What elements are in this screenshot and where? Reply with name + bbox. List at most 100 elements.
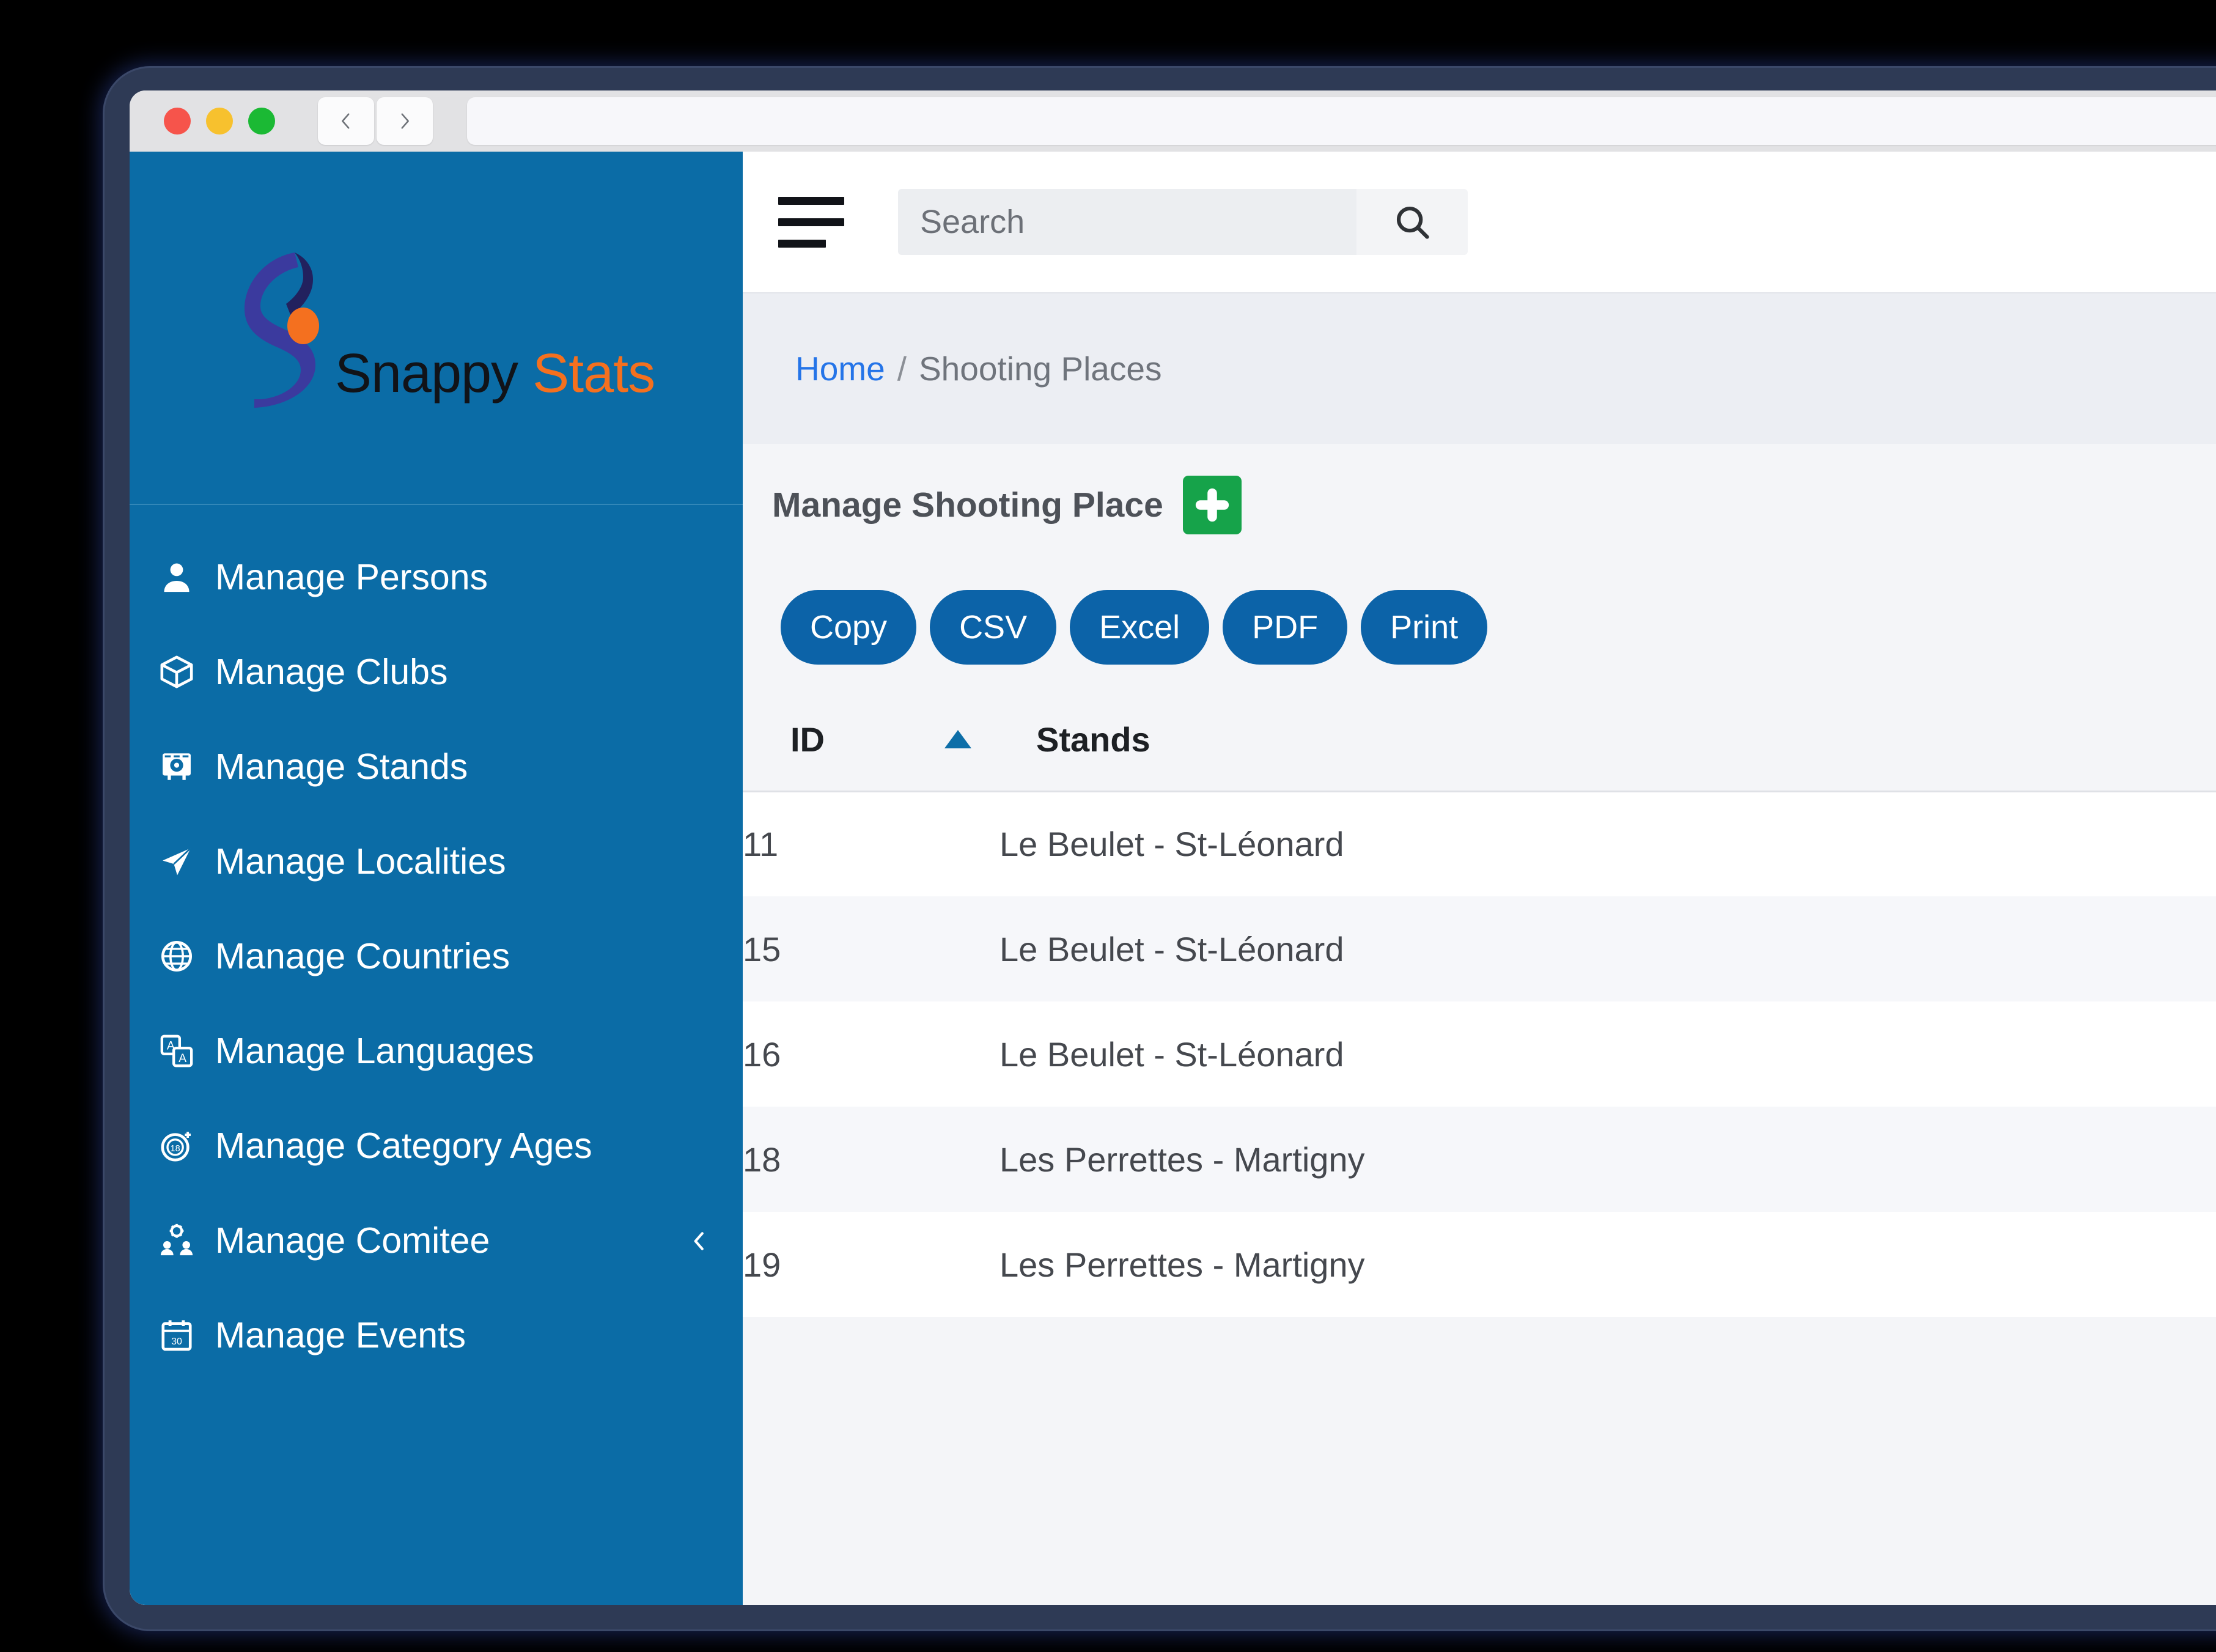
cell-id: 16 [743, 1034, 781, 1074]
cell-stands: Le Beulet - St-Léonard [999, 825, 1344, 864]
age-badge-icon: 18 [158, 1127, 196, 1165]
sidebar-item-label: Manage Events [215, 1315, 466, 1355]
table-row[interactable]: 19 Les Perrettes - Martigny [743, 1212, 2216, 1317]
browser-window: Snappy Stats Manage Persons Manage Clubs… [130, 90, 2216, 1605]
add-shooting-place-button[interactable] [1182, 476, 1242, 534]
shooting-places-table: ID Stands 11 Le Beulet - St-Léonard 15 L… [743, 688, 2216, 1317]
people-gear-icon [158, 1222, 196, 1259]
main-content: Home / Shooting Places Manage Shooting P… [743, 152, 2216, 1605]
cell-id: 15 [743, 929, 781, 968]
sidebar-item-manage-languages[interactable]: AA Manage Languages [130, 1003, 743, 1098]
brand-header[interactable]: Snappy Stats [130, 152, 743, 505]
browser-toolbar [130, 90, 2216, 152]
svg-text:18: 18 [171, 1144, 180, 1154]
window-controls [164, 108, 275, 135]
breadcrumb-separator: / [897, 350, 907, 388]
table-body: 11 Le Beulet - St-Léonard 15 Le Beulet -… [743, 791, 2216, 1317]
target-board-icon [158, 748, 196, 786]
cell-stands: Le Beulet - St-Léonard [999, 929, 1344, 968]
column-header-id[interactable]: ID [743, 688, 999, 792]
sidebar-item-label: Manage Stands [215, 746, 468, 787]
paper-plane-icon [158, 843, 196, 880]
cell-id: 11 [743, 825, 779, 864]
hamburger-bar [778, 218, 844, 226]
page-title: Manage Shooting Place [772, 485, 1163, 525]
user-icon [158, 558, 196, 596]
csv-button[interactable]: CSV [930, 590, 1057, 665]
svg-text:30: 30 [171, 1336, 182, 1346]
sidebar-item-label: Manage Clubs [215, 651, 448, 692]
browser-nav-buttons [318, 97, 433, 145]
chevron-left-icon [342, 113, 350, 129]
hamburger-icon[interactable] [778, 196, 849, 248]
forward-button[interactable] [377, 97, 433, 145]
page-heading-row: Manage Shooting Place [743, 444, 2216, 566]
sidebar-item-label: Manage Category Ages [215, 1125, 592, 1166]
search-icon [1396, 206, 1429, 239]
sort-ascending-icon [944, 730, 971, 749]
brand-word-stats: Stats [532, 343, 655, 404]
table-header-row: ID Stands [743, 688, 2216, 792]
sidebar-item-manage-countries[interactable]: Manage Countries [130, 909, 743, 1003]
chevron-right-icon [401, 113, 409, 129]
application-body: Snappy Stats Manage Persons Manage Clubs… [130, 152, 2216, 1605]
table-head: ID Stands [743, 688, 2216, 792]
cell-stands: Les Perrettes - Martigny [999, 1245, 1365, 1284]
table-row[interactable]: 15 Le Beulet - St-Léonard [743, 896, 2216, 1001]
calendar-icon: 30 [158, 1316, 196, 1354]
cell-stands: Les Perrettes - Martigny [999, 1140, 1365, 1179]
brand-word-snappy: Snappy [334, 343, 518, 404]
logo-orange-dot [287, 308, 319, 344]
brand-wordmark: Snappy Stats [335, 342, 655, 410]
search-input[interactable] [898, 189, 1356, 255]
sidebar-item-manage-events[interactable]: 30 Manage Events [130, 1288, 743, 1382]
breadcrumb-current: Shooting Places [919, 350, 1162, 388]
cell-stands: Le Beulet - St-Léonard [999, 1034, 1344, 1074]
snappy-stats-logo [218, 245, 340, 410]
column-header-id-label: ID [790, 720, 825, 759]
table-row[interactable]: 18 Les Perrettes - Martigny [743, 1107, 2216, 1212]
hamburger-bar [778, 196, 844, 205]
column-header-stands[interactable]: Stands [999, 688, 2216, 792]
sidebar-item-label: Manage Languages [215, 1030, 534, 1071]
sidebar: Snappy Stats Manage Persons Manage Clubs… [130, 152, 743, 1605]
export-toolbar: Copy CSV Excel PDF Print [743, 566, 2216, 688]
sidebar-item-manage-stands[interactable]: Manage Stands [130, 719, 743, 814]
hamburger-bar [778, 239, 826, 248]
cell-id: 18 [743, 1140, 781, 1179]
search-button[interactable] [1356, 189, 1468, 255]
chevron-left-icon[interactable] [688, 1220, 711, 1261]
plus-icon [1195, 488, 1229, 522]
breadcrumb-bar: Home / Shooting Places [743, 292, 2216, 444]
sidebar-item-manage-comitee[interactable]: Manage Comitee [130, 1193, 743, 1288]
excel-button[interactable]: Excel [1070, 590, 1210, 665]
sidebar-item-manage-category-ages[interactable]: 18 Manage Category Ages [130, 1098, 743, 1193]
close-window-button[interactable] [164, 108, 191, 135]
minimize-window-button[interactable] [206, 108, 233, 135]
search-group [898, 189, 1468, 255]
pdf-button[interactable]: PDF [1223, 590, 1348, 665]
sidebar-item-label: Manage Localities [215, 841, 506, 882]
table-row[interactable]: 16 Le Beulet - St-Léonard [743, 1001, 2216, 1107]
svg-text:A: A [179, 1052, 186, 1065]
breadcrumb: Home / Shooting Places [795, 349, 1162, 388]
globe-icon [158, 937, 196, 975]
sidebar-menu: Manage Persons Manage Clubs Manage Stand… [130, 505, 743, 1382]
table-row[interactable]: 11 Le Beulet - St-Léonard [743, 791, 2216, 896]
cube-icon [158, 653, 196, 691]
translate-icon: AA [158, 1032, 196, 1070]
sidebar-item-manage-localities[interactable]: Manage Localities [130, 814, 743, 909]
sidebar-item-manage-clubs[interactable]: Manage Clubs [130, 624, 743, 719]
copy-button[interactable]: Copy [781, 590, 917, 665]
address-bar[interactable] [467, 97, 2216, 145]
cell-id: 19 [743, 1245, 781, 1284]
sidebar-item-label: Manage Countries [215, 935, 510, 976]
sidebar-item-label: Manage Persons [215, 556, 488, 597]
shooting-places-table-area: ID Stands 11 Le Beulet - St-Léonard 15 L… [743, 688, 2216, 1605]
breadcrumb-home-link[interactable]: Home [795, 349, 885, 388]
sidebar-item-label: Manage Comitee [215, 1220, 490, 1261]
print-button[interactable]: Print [1361, 590, 1488, 665]
sidebar-item-manage-persons[interactable]: Manage Persons [130, 529, 743, 624]
back-button[interactable] [318, 97, 374, 145]
maximize-window-button[interactable] [248, 108, 275, 135]
